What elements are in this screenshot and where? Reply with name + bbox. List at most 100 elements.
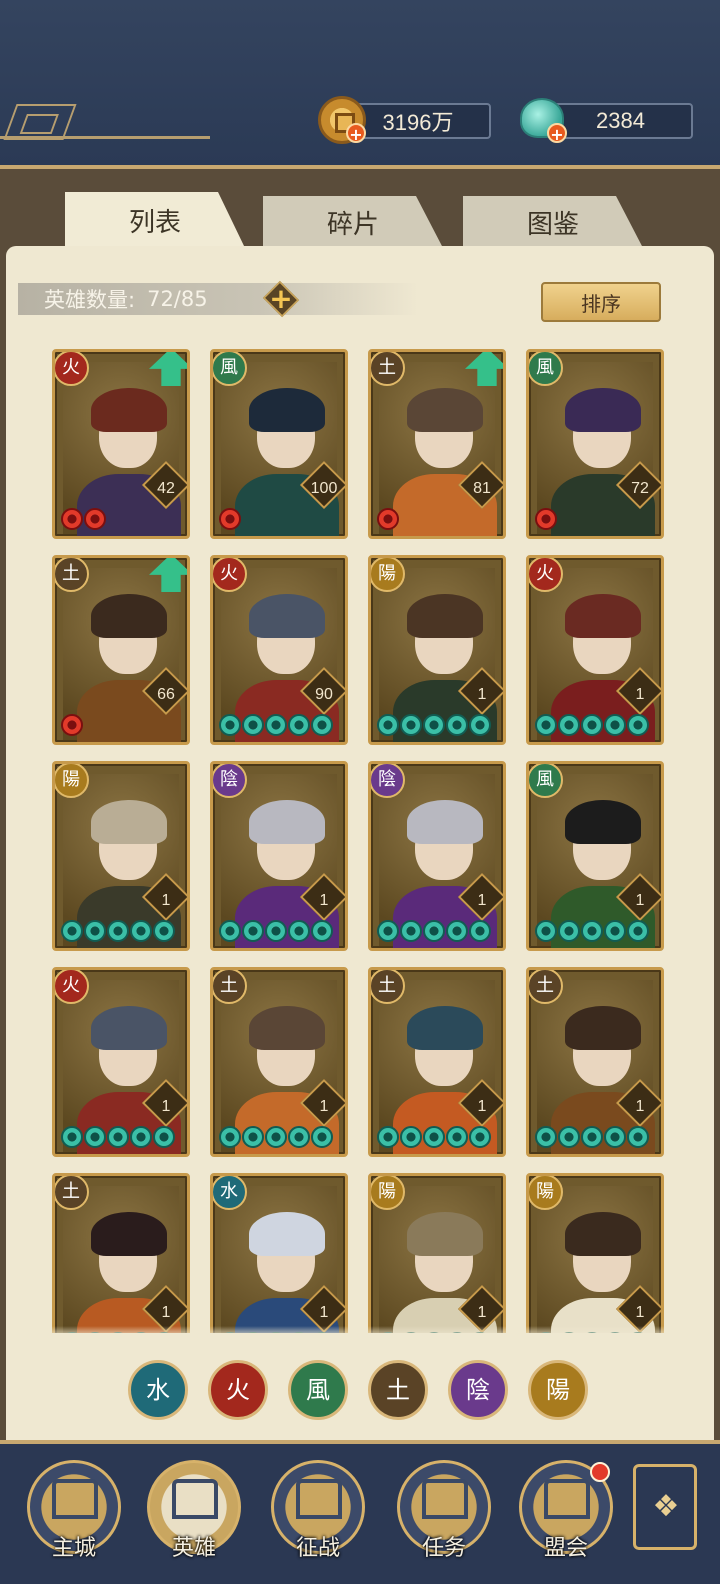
hero-level: 1	[477, 686, 487, 703]
star-row	[61, 920, 175, 944]
star-row	[535, 508, 557, 532]
hero-card[interactable]: 風 72	[526, 349, 664, 539]
jade-star-icon	[130, 1126, 152, 1148]
jade-star-icon	[107, 1126, 129, 1148]
jade-star-icon	[288, 920, 310, 942]
element-badge-icon: 土	[371, 970, 405, 1004]
nav-alliance-label: 盟会	[543, 1536, 588, 1561]
star-row	[61, 714, 83, 738]
element-badge-icon: 風	[213, 352, 247, 386]
hero-level: 1	[161, 1098, 171, 1115]
jade-star-icon	[265, 1126, 287, 1148]
star-row	[219, 714, 333, 738]
jade-star-icon	[446, 1126, 468, 1148]
jade-star-icon	[604, 714, 626, 736]
hero-level: 1	[635, 1098, 645, 1115]
jade-star-icon	[535, 1126, 557, 1148]
hero-card[interactable]: 陰1	[210, 761, 348, 951]
sort-button[interactable]: 排序	[541, 282, 661, 322]
hero-card[interactable]: 火 42	[52, 349, 190, 539]
element-filter-button[interactable]: 火	[208, 1360, 268, 1420]
hero-card[interactable]: 土1	[210, 967, 348, 1157]
jade-star-icon	[61, 714, 83, 736]
jade-star-icon	[581, 714, 603, 736]
add-gold-plus-icon[interactable]: +	[346, 123, 366, 144]
hero-card[interactable]: 風 100	[210, 349, 348, 539]
star-row	[377, 920, 491, 944]
element-badge-icon: 火	[213, 558, 247, 592]
jade-star-icon	[469, 1126, 491, 1148]
jade-star-icon	[627, 920, 649, 942]
hero-card[interactable]: 土1	[52, 1173, 190, 1333]
jade-star-icon	[61, 920, 83, 942]
add-hero-slot-plus-icon[interactable]: +	[264, 282, 298, 316]
hero-card[interactable]: 陽1	[526, 1173, 664, 1333]
more-menu-button[interactable]: ❖	[633, 1464, 697, 1550]
jade-star-icon	[558, 920, 580, 942]
hero-card[interactable]: 火 90	[210, 555, 348, 745]
nav-quests-label: 任务	[421, 1536, 466, 1561]
element-filter-button[interactable]: 土	[368, 1360, 428, 1420]
element-filter-button[interactable]: 風	[288, 1360, 348, 1420]
jade-star-icon	[219, 508, 241, 530]
nav-heroes-label: 英雄	[171, 1536, 216, 1561]
hero-card[interactable]: 風1	[526, 761, 664, 951]
element-badge-icon: 陽	[529, 1176, 563, 1210]
tab-fragments[interactable]: 碎片	[263, 196, 443, 248]
jade-star-icon	[446, 714, 468, 736]
castle-icon	[52, 1479, 98, 1519]
element-filter-button[interactable]: 水	[128, 1360, 188, 1420]
element-badge-icon: 水	[213, 1176, 247, 1210]
hero-level: 42	[157, 480, 175, 497]
hero-card[interactable]: 陽1	[52, 761, 190, 951]
jade-star-icon	[377, 920, 399, 942]
decorative-line	[0, 136, 210, 139]
hero-card[interactable]: 土 66	[52, 555, 190, 745]
jade-star-icon	[153, 1126, 175, 1148]
hero-level: 1	[477, 1304, 487, 1321]
jade-star-icon	[469, 920, 491, 942]
jade-star-icon	[423, 1126, 445, 1148]
star-row	[219, 920, 333, 944]
jade-star-icon	[377, 714, 399, 736]
hero-card[interactable]: 水1	[210, 1173, 348, 1333]
element-badge-icon: 土	[213, 970, 247, 1004]
star-row	[377, 508, 399, 532]
hero-level: 100	[310, 480, 338, 497]
hero-avatar-icon	[172, 1479, 218, 1519]
element-badge-icon: 土	[55, 1176, 89, 1210]
hero-card[interactable]: 土1	[368, 967, 506, 1157]
jade-star-icon	[219, 920, 241, 942]
element-badge-icon: 火	[55, 970, 89, 1004]
hero-level: 1	[319, 1098, 329, 1115]
hero-card[interactable]: 火1	[526, 555, 664, 745]
element-badge-icon: 土	[529, 970, 563, 1004]
star-row	[535, 714, 649, 738]
jade-star-icon	[242, 714, 264, 736]
hero-level: 1	[635, 892, 645, 909]
jade-star-icon	[265, 920, 287, 942]
hero-level: 81	[473, 480, 491, 497]
element-filter-button[interactable]: 陰	[448, 1360, 508, 1420]
hero-level: 1	[319, 892, 329, 909]
add-gem-plus-icon[interactable]: +	[547, 123, 567, 144]
hero-card[interactable]: 陽1	[368, 555, 506, 745]
hero-card[interactable]: 火1	[52, 967, 190, 1157]
hero-card[interactable]: 陽1	[368, 1173, 506, 1333]
jade-star-icon	[107, 920, 129, 942]
jade-star-icon	[558, 714, 580, 736]
hero-card[interactable]: 陰1	[368, 761, 506, 951]
element-filter-button[interactable]: 陽	[528, 1360, 588, 1420]
gold-amount: 3196万	[382, 110, 454, 135]
tab-list[interactable]: 列表	[65, 192, 245, 248]
element-badge-icon: 火	[529, 558, 563, 592]
element-badge-icon: 風	[529, 764, 563, 798]
tab-codex[interactable]: 图鉴	[463, 196, 643, 248]
hero-card[interactable]: 土 81	[368, 349, 506, 539]
star-row	[219, 1126, 333, 1150]
star-row	[377, 1126, 491, 1150]
jade-star-icon	[130, 920, 152, 942]
nav-main-city-label: 主城	[51, 1536, 96, 1561]
hero-card[interactable]: 土1	[526, 967, 664, 1157]
jade-star-icon	[627, 1126, 649, 1148]
